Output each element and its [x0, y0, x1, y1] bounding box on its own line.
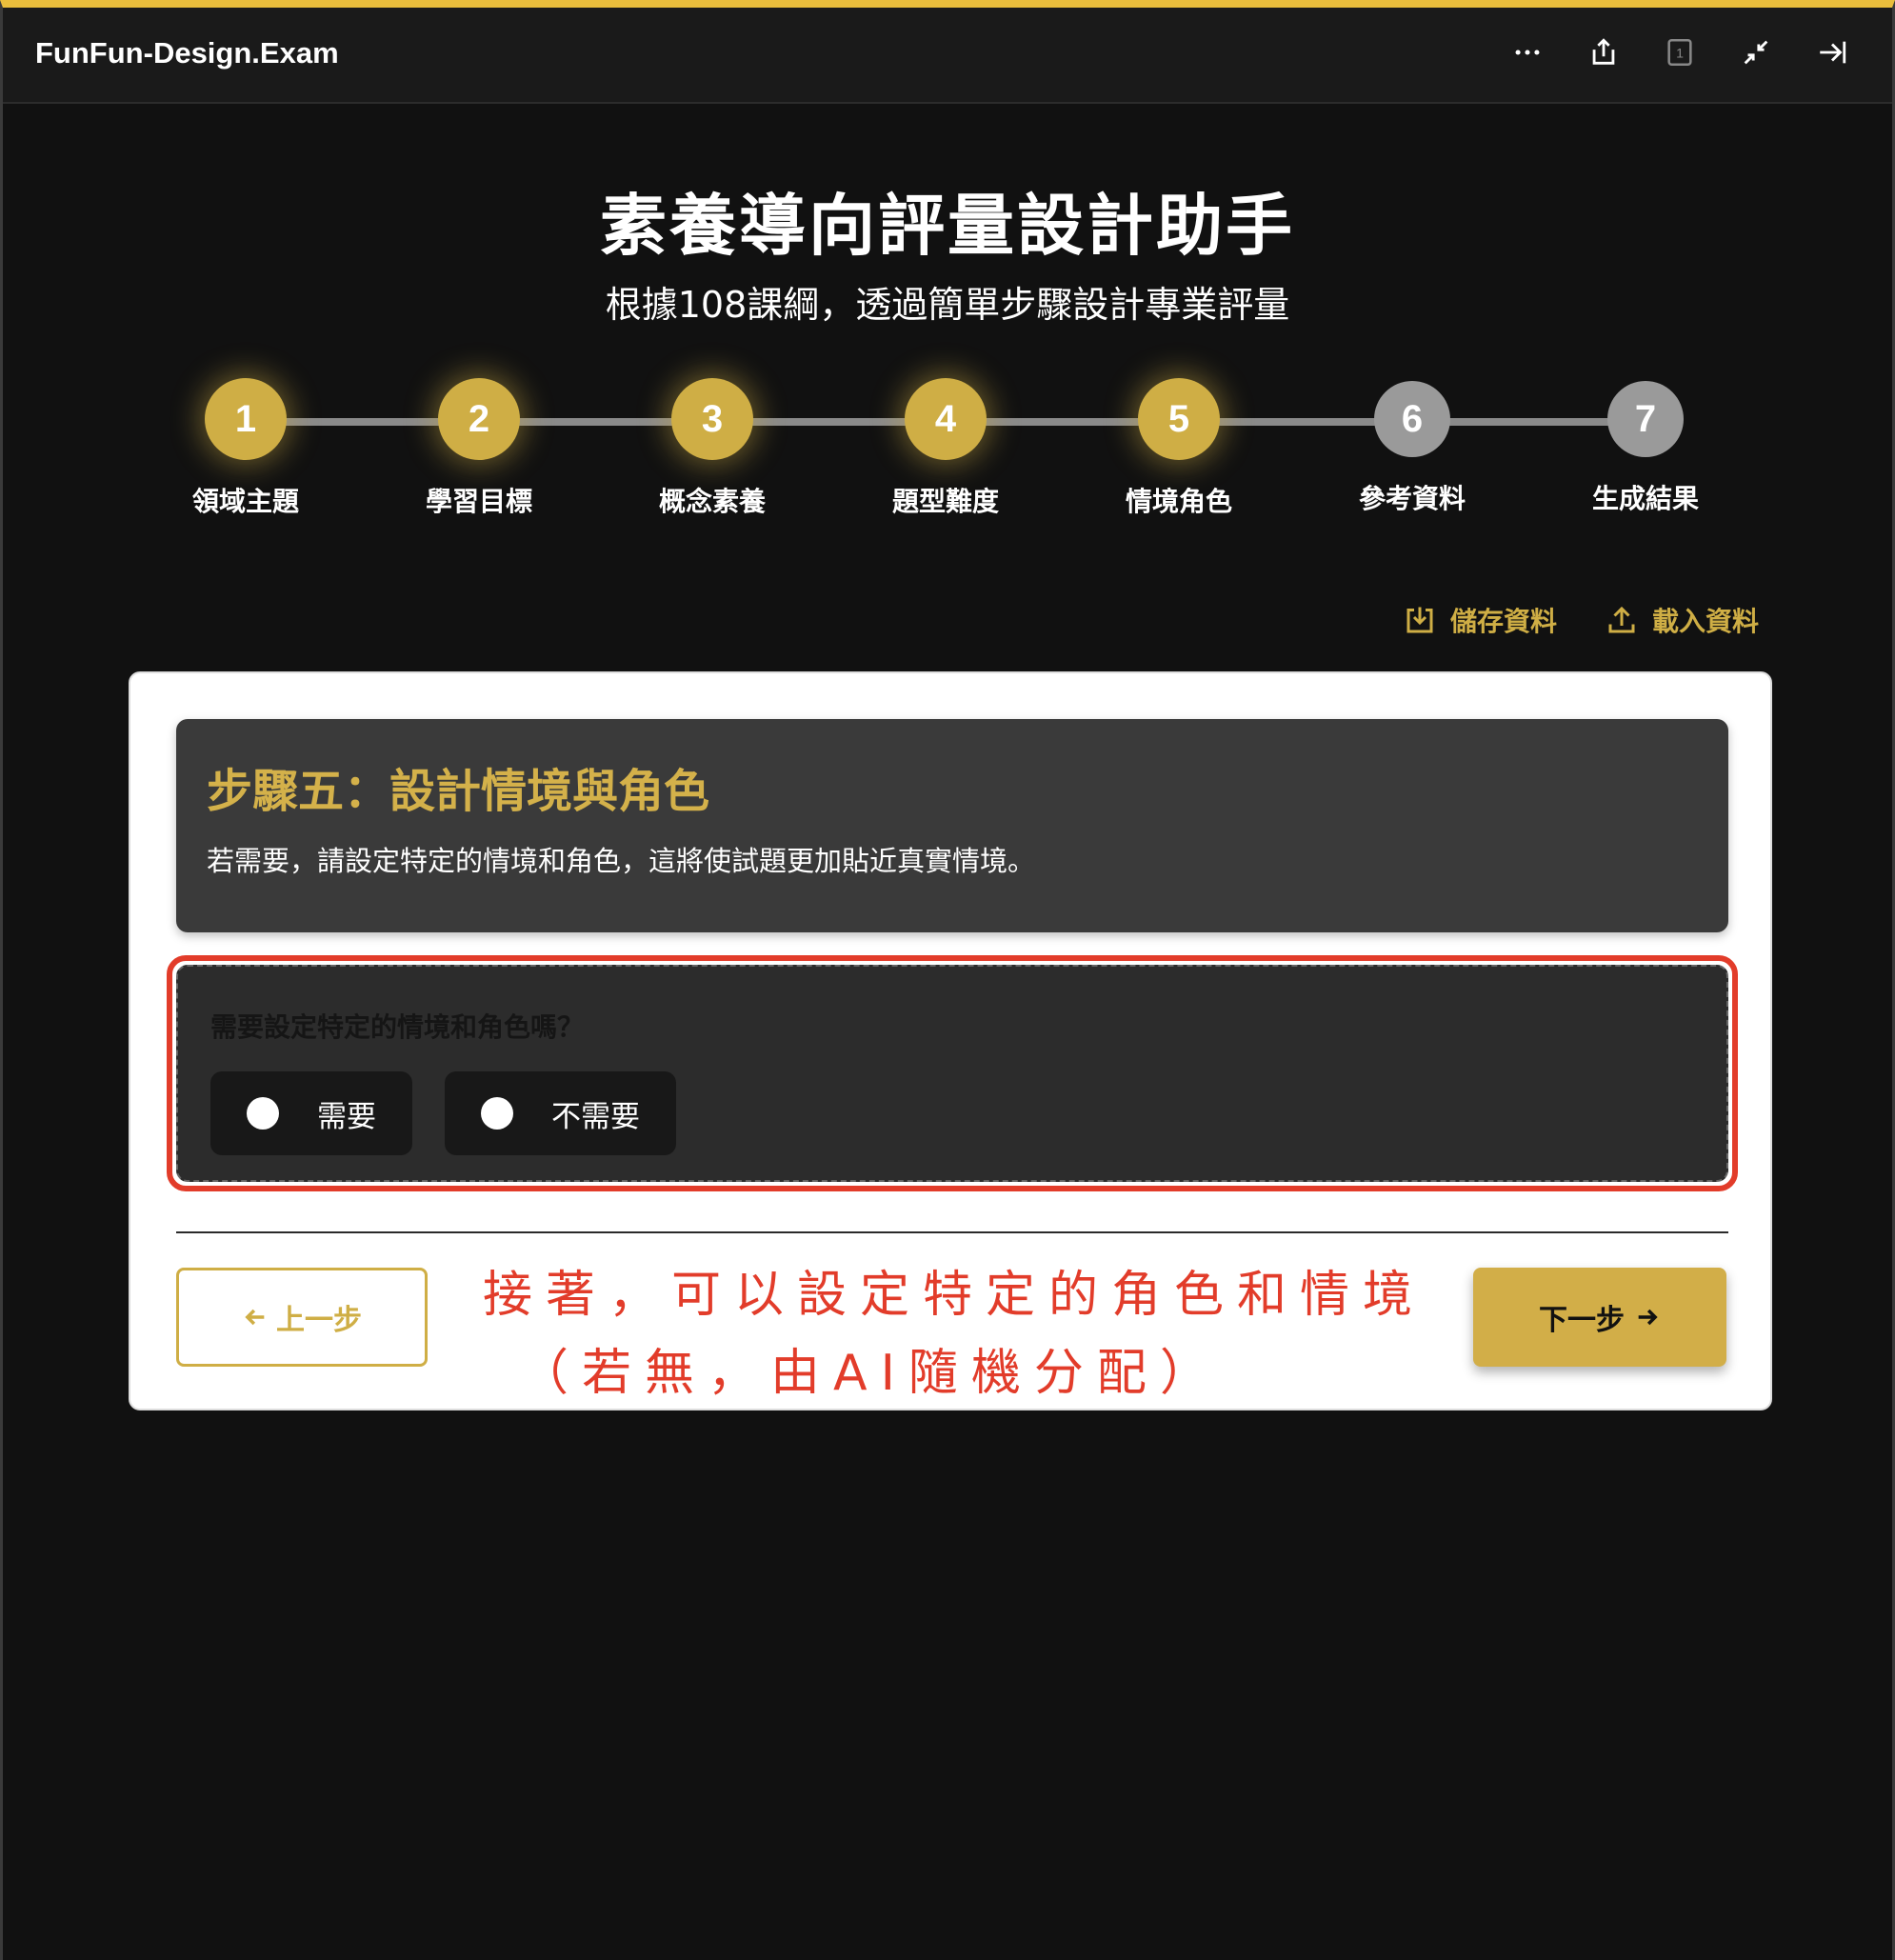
- arrow-right-icon: [1638, 1309, 1658, 1326]
- step-circle: 5: [1138, 378, 1220, 460]
- step-circle: 3: [671, 378, 753, 460]
- download-icon: [1406, 607, 1433, 633]
- save-data-button[interactable]: 儲存資料: [1403, 601, 1557, 639]
- tab-count-label: 1: [1676, 47, 1684, 62]
- step-1[interactable]: 1 領域主題: [160, 378, 331, 519]
- step-label: 概念素養: [658, 486, 766, 517]
- step-6[interactable]: 6 參考資料: [1326, 378, 1498, 516]
- step-circle: 2: [438, 378, 520, 460]
- more-icon[interactable]: [1506, 30, 1549, 74]
- step-2[interactable]: 2 學習目標: [393, 378, 565, 519]
- load-data-button[interactable]: 載入資料: [1605, 601, 1759, 639]
- app-window: FunFun-Design.Exam 1 素養導向評量設計助手 根據108課綱，…: [0, 0, 1895, 1960]
- app-title: FunFun-Design.Exam: [35, 36, 339, 70]
- handwritten-annotation: 接著，可以設定特定的角色和情境 （若無，由AI隨機分配）: [483, 1256, 1435, 1412]
- next-step-label: 下一步: [1539, 1304, 1625, 1337]
- step-3[interactable]: 3 概念素養: [627, 378, 798, 519]
- main-content: 素養導向評量設計助手 根據108課綱，透過簡單步驟設計專業評量 1 領域主題 2…: [3, 104, 1892, 1960]
- step-circle: 6: [1374, 381, 1450, 457]
- step-card: 步驟五：設計情境與角色 若需要，請設定特定的情境和角色，這將使試題更加貼近真實情…: [129, 671, 1772, 1410]
- step-label: 題型難度: [891, 486, 999, 517]
- highlight-frame: [167, 955, 1738, 1191]
- step-circle: 7: [1607, 381, 1684, 457]
- step-label: 情境角色: [1125, 486, 1232, 517]
- step-title: 步驟五：設計情境與角色: [207, 765, 710, 818]
- upload-icon: [1608, 606, 1635, 633]
- step-label: 領域主題: [191, 486, 299, 517]
- close-panel-icon[interactable]: [1810, 30, 1854, 74]
- step-5[interactable]: 5 情境角色: [1093, 378, 1265, 519]
- share-icon[interactable]: [1582, 30, 1626, 74]
- prev-step-button[interactable]: 上一步: [176, 1268, 428, 1367]
- step-description: 若需要，請設定特定的情境和角色，這將使試題更加貼近真實情境。: [207, 845, 1036, 877]
- window-toolbar: 1: [1506, 30, 1854, 74]
- load-data-label: 載入資料: [1651, 606, 1759, 637]
- prev-step-label: 上一步: [276, 1304, 362, 1337]
- progress-stepper: 1 領域主題 2 學習目標 3 概念素養 4 題型難度 5 情境角色 6 參考資…: [160, 378, 1703, 530]
- data-actions: 儲存資料 載入資料: [1403, 601, 1759, 639]
- step-4[interactable]: 4 題型難度: [860, 378, 1031, 519]
- arrow-left-icon: [245, 1309, 265, 1326]
- step-label: 生成結果: [1591, 483, 1699, 514]
- title-bar: FunFun-Design.Exam 1: [3, 8, 1892, 104]
- page-title: 素養導向評量設計助手: [600, 187, 1295, 265]
- save-data-label: 儲存資料: [1449, 606, 1557, 637]
- tab-count-icon[interactable]: 1: [1658, 30, 1702, 74]
- annotation-line-1: 接著，可以設定特定的角色和情境: [483, 1267, 1426, 1324]
- collapse-icon[interactable]: [1734, 30, 1778, 74]
- page-subtitle: 根據108課綱，透過簡單步驟設計專業評量: [605, 284, 1290, 326]
- step-label: 參考資料: [1358, 483, 1466, 514]
- step-intro-panel: 步驟五：設計情境與角色 若需要，請設定特定的情境和角色，這將使試題更加貼近真實情…: [176, 719, 1728, 932]
- step-label: 學習目標: [425, 486, 532, 517]
- step-7[interactable]: 7 生成結果: [1560, 378, 1731, 516]
- annotation-line-2: （若無，由AI隨機分配）: [519, 1345, 1223, 1402]
- divider: [176, 1231, 1728, 1233]
- step-circle: 1: [205, 378, 287, 460]
- step-circle: 4: [905, 378, 987, 460]
- next-step-button[interactable]: 下一步: [1473, 1268, 1726, 1367]
